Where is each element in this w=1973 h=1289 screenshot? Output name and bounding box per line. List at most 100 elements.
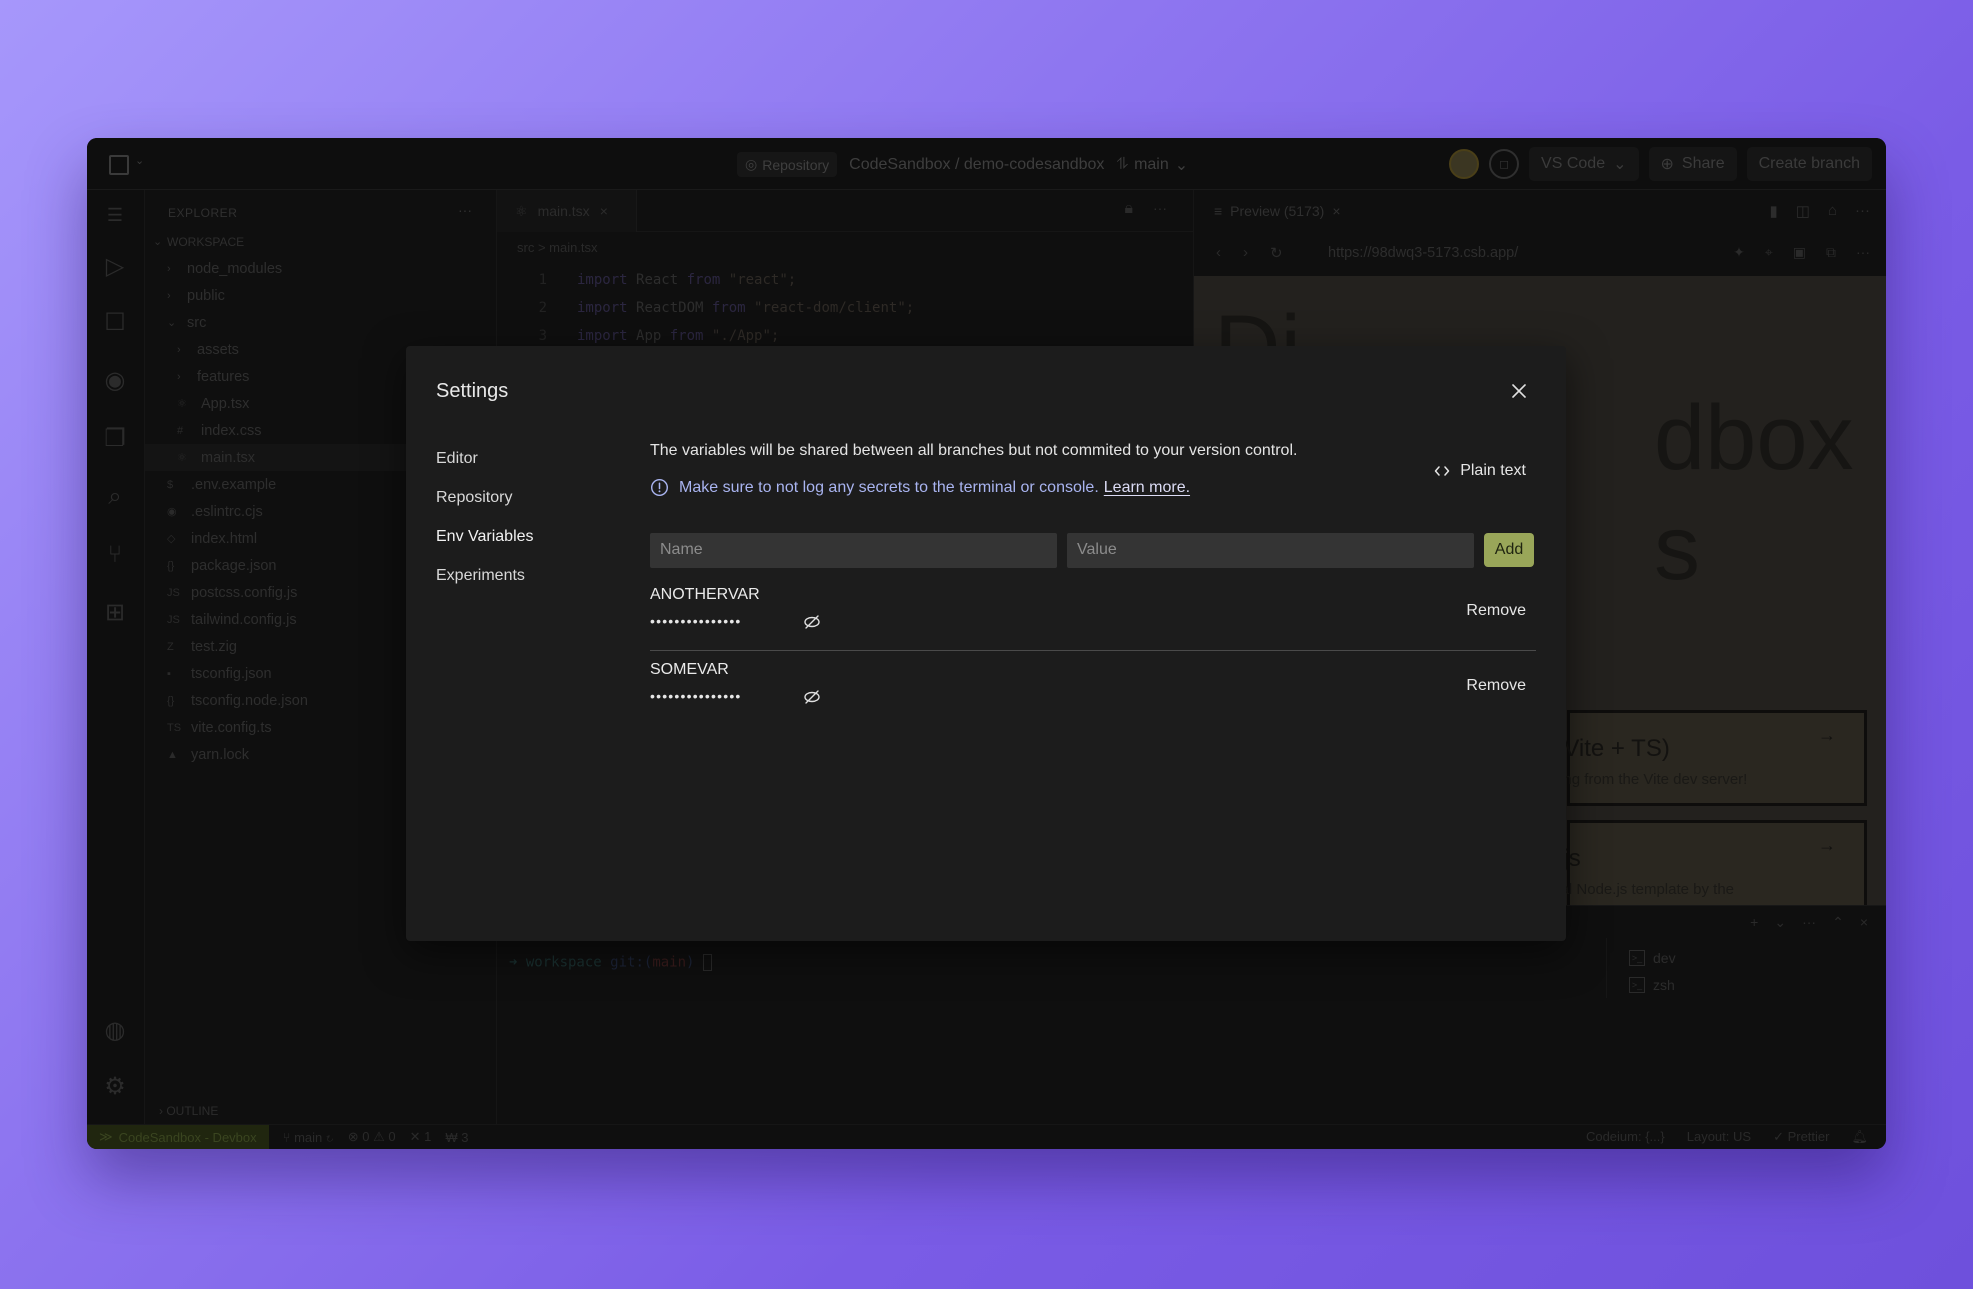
settings-nav-env-variables[interactable]: Env Variables — [436, 524, 534, 563]
status-ports[interactable]: ✕ 1 — [410, 1129, 432, 1145]
learn-more-link[interactable]: Learn more. — [1104, 479, 1190, 497]
box-icon[interactable]: ☐ — [100, 308, 130, 338]
terminal-label: zsh — [1653, 976, 1675, 993]
maximize-icon[interactable]: ⌃ — [1832, 914, 1844, 931]
close-button[interactable] — [1508, 380, 1530, 402]
search-icon[interactable]: ⌕ — [100, 482, 130, 512]
eye-off-icon[interactable] — [802, 612, 822, 632]
inspect-icon[interactable]: ⌖ — [1765, 244, 1773, 261]
more-icon[interactable]: ··· — [1856, 244, 1870, 261]
create-branch-button[interactable]: Create branch — [1746, 147, 1872, 181]
status-codeium[interactable]: Codeium: {...} — [1586, 1129, 1665, 1145]
more-icon[interactable]: ··· — [1153, 200, 1167, 216]
forward-icon[interactable]: › — [1243, 244, 1248, 262]
editor-select-label: VS Code — [1541, 155, 1606, 172]
lock-icon[interactable]: 🔒︎ — [1124, 200, 1133, 218]
tree-item-label: yarn.lock — [191, 746, 250, 763]
refresh-icon[interactable]: ↻ — [1270, 244, 1283, 262]
files-icon[interactable]: ❐ — [100, 424, 130, 454]
close-icon[interactable]: × — [1332, 203, 1340, 219]
run-debug-icon[interactable]: ▷ — [100, 252, 130, 282]
notifications-icon[interactable]: 🔔︎ — [1851, 1129, 1868, 1145]
add-button[interactable]: Add — [1484, 533, 1534, 567]
editor-tab[interactable]: ⚛ main.tsx × — [497, 190, 637, 232]
more-icon[interactable]: ··· — [1802, 914, 1816, 931]
js-icon: JS — [167, 586, 180, 599]
workspace-root[interactable]: ⌄ WORKSPACE — [145, 228, 496, 255]
value-input[interactable] — [1067, 532, 1474, 568]
layout-toggle-icon[interactable] — [109, 155, 129, 175]
branch-selector[interactable]: ⥮ main ⌄ — [1116, 155, 1188, 175]
user-avatar[interactable] — [1449, 149, 1480, 179]
sparkle-icon[interactable]: ✦ — [1733, 244, 1745, 261]
more-icon[interactable]: ··· — [458, 202, 472, 218]
code-keyword: from — [711, 300, 746, 316]
eye-off-icon[interactable] — [802, 687, 822, 707]
workspace-label: WORKSPACE — [167, 234, 245, 249]
tree-item-label: node_modules — [187, 260, 283, 277]
remote-indicator[interactable]: ≫ CodeSandbox - Devbox — [87, 1125, 269, 1149]
terminal-output[interactable]: ➜ workspace git:(main) — [509, 954, 712, 971]
source-control-icon[interactable]: ⑂ — [100, 540, 130, 570]
chevron-down-icon[interactable]: ⌄ — [1774, 914, 1786, 931]
template-card[interactable]: de.js official Node.js template by the → — [1530, 820, 1867, 905]
account-icon[interactable]: ◍ — [100, 1016, 130, 1046]
extensions-icon[interactable]: ⊞ — [100, 598, 130, 628]
screenshot-icon[interactable]: ▣ — [1793, 244, 1806, 261]
template-card[interactable]: ct (Vite + TS) running from the Vite dev… — [1530, 710, 1867, 806]
terminal-item[interactable]: >_ dev — [1607, 944, 1886, 971]
share-button[interactable]: ⊕ Share — [1648, 147, 1737, 181]
status-prettier[interactable]: ✓ Prettier — [1773, 1129, 1829, 1145]
env-variable-row: SOMEVAR ••••••••••••••• Remove — [650, 650, 1536, 724]
code-icon — [1434, 466, 1450, 476]
warning-text: Make sure to not log any secrets to the … — [679, 478, 1099, 496]
lock-icon[interactable]: ⌂ — [1828, 202, 1837, 220]
tree-item[interactable]: › public — [145, 282, 496, 309]
code-string: "react-dom/client"; — [754, 300, 915, 316]
status-branch[interactable]: ⑂ main ↻ — [283, 1130, 334, 1145]
tree-item-label: package.json — [191, 557, 277, 574]
remove-button[interactable]: Remove — [1466, 677, 1526, 695]
status-problems[interactable]: ⊗ 0 ⚠ 0 — [348, 1129, 396, 1145]
close-icon[interactable]: × — [600, 203, 608, 219]
status-branch-label: main — [294, 1129, 323, 1145]
split-panel-icon[interactable]: ▮ — [1769, 202, 1777, 220]
collaborator-icon[interactable]: ◻ — [1489, 149, 1520, 179]
name-input[interactable] — [650, 532, 1057, 568]
settings-nav-editor[interactable]: Editor — [436, 446, 534, 485]
editor-breadcrumb[interactable]: src > main.tsx — [517, 240, 598, 255]
back-icon[interactable]: ‹ — [1216, 244, 1221, 262]
ports-count: 1 — [424, 1129, 432, 1144]
settings-nav-experiments[interactable]: Experiments — [436, 563, 534, 602]
repo-breadcrumb[interactable]: CodeSandbox / demo-codesandbox — [849, 156, 1104, 174]
status-layout[interactable]: Layout: US — [1687, 1129, 1751, 1145]
ts-icon: TS — [167, 721, 182, 734]
gear-icon[interactable]: ⚙ — [100, 1072, 130, 1102]
tree-item[interactable]: › node_modules — [145, 255, 496, 282]
variable-name: SOMEVAR — [650, 661, 729, 678]
close-icon[interactable]: × — [1860, 914, 1868, 931]
outline-section[interactable]: › OUTLINE — [159, 1104, 218, 1118]
editor-select[interactable]: VS Code ⌄ — [1529, 147, 1639, 181]
github-icon[interactable]: ◉ — [100, 366, 130, 396]
chevron-down-icon[interactable]: ⌄ — [135, 154, 144, 167]
menu-icon[interactable]: ☰ — [100, 200, 130, 230]
yarn-icon: ▲ — [167, 748, 178, 761]
remote-icon: ≫ — [99, 1129, 113, 1144]
status-workers[interactable]: ₩ 3 — [445, 1130, 468, 1145]
plain-text-toggle[interactable]: Plain text — [1434, 462, 1526, 480]
open-external-icon[interactable]: ⧉ — [1826, 244, 1836, 261]
plus-icon[interactable]: + — [1750, 914, 1758, 931]
terminal-item[interactable]: >_ zsh — [1607, 971, 1886, 998]
tree-item[interactable]: ⌄ src — [145, 309, 496, 336]
outline-label: OUTLINE — [166, 1104, 219, 1118]
code-area[interactable]: 1 import React from "react"; 2 import React… — [497, 266, 915, 350]
repository-chip[interactable]: ◎ Repository — [737, 152, 838, 177]
settings-nav-repository[interactable]: Repository — [436, 485, 534, 524]
preview-tab[interactable]: ≡ Preview (5173) × — [1214, 190, 1341, 232]
preview-url[interactable]: https://98dwq3-5173.csb.app/ — [1328, 245, 1518, 261]
split-vertical-icon[interactable]: ◫ — [1796, 202, 1810, 220]
remove-button[interactable]: Remove — [1466, 602, 1526, 620]
chevron-right-icon: › — [177, 370, 181, 383]
more-icon[interactable]: ··· — [1855, 202, 1870, 220]
